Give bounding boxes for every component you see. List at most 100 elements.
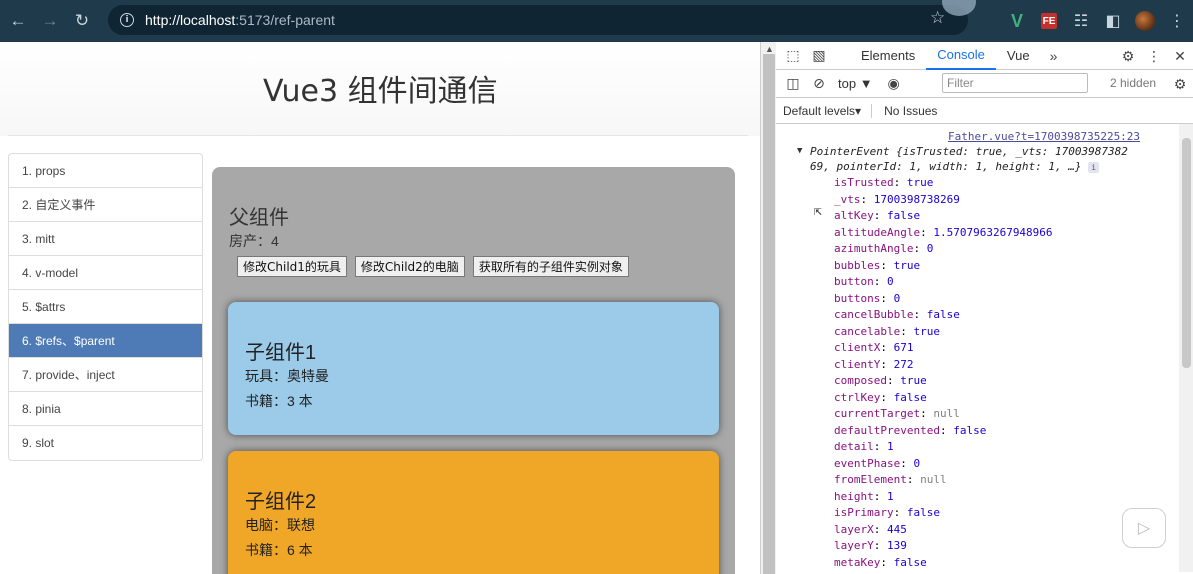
page-viewport: Vue3 组件间通信 1. props 2. 自定义事件 3. mitt 4. … bbox=[0, 42, 760, 574]
property-separator: : bbox=[886, 374, 901, 387]
property-separator: : bbox=[920, 407, 934, 420]
sidebar-item-provide-inject[interactable]: 7. provide、inject bbox=[9, 358, 202, 392]
extensions-puzzle-icon[interactable]: ☷ bbox=[1065, 5, 1097, 37]
address-bar[interactable]: i http://localhost:5173/ref-parent bbox=[108, 5, 968, 35]
property-row[interactable]: layerX: 445 bbox=[834, 522, 1053, 539]
property-separator: : bbox=[880, 258, 894, 272]
sidebar-item-custom-events[interactable]: 2. 自定义事件 bbox=[9, 188, 202, 222]
sidebar-item-v-model[interactable]: 4. v-model bbox=[9, 256, 202, 290]
sidebar-item-attrs[interactable]: 5. $attrs bbox=[9, 290, 202, 324]
clear-console-icon[interactable]: ⊘ bbox=[806, 70, 832, 98]
property-row[interactable]: clientX: 671 bbox=[834, 340, 1053, 357]
property-row[interactable]: eventPhase: 0 bbox=[834, 456, 1053, 473]
property-value: false bbox=[893, 390, 927, 404]
avatar[interactable] bbox=[1129, 5, 1161, 37]
live-expression-eye-icon[interactable]: ◉ bbox=[881, 70, 907, 98]
page-scrollbar[interactable]: ▲ bbox=[760, 42, 776, 574]
property-separator: : bbox=[873, 275, 887, 288]
property-row[interactable]: currentTarget: null bbox=[834, 406, 1053, 423]
property-row[interactable]: button: 0 bbox=[834, 274, 1053, 291]
log-levels-label: Default levels bbox=[783, 103, 856, 118]
console-scrollbar[interactable] bbox=[1179, 124, 1193, 572]
property-separator: : bbox=[880, 357, 894, 371]
page-scrollbar-thumb[interactable] bbox=[763, 54, 775, 574]
context-selector[interactable]: top ▼ bbox=[838, 76, 873, 91]
property-key: defaultPrevented bbox=[834, 423, 940, 437]
play-icon[interactable]: ▷ bbox=[1122, 508, 1166, 548]
console-scrollbar-thumb[interactable] bbox=[1182, 138, 1191, 368]
vue-devtools-extension-icon[interactable]: V bbox=[1001, 5, 1033, 37]
sidebar-toggle-icon[interactable]: ◫ bbox=[780, 70, 806, 98]
property-value: false bbox=[893, 555, 927, 569]
property-row[interactable]: defaultPrevented: false bbox=[834, 423, 1053, 440]
settings-gear-icon[interactable]: ⚙ bbox=[1115, 42, 1141, 70]
property-key: azimuthAngle bbox=[834, 242, 914, 255]
tab-vue[interactable]: Vue bbox=[996, 42, 1041, 70]
property-row[interactable]: detail: 1 bbox=[834, 439, 1053, 456]
more-tabs-chevron-icon[interactable]: » bbox=[1041, 42, 1067, 70]
site-info-icon[interactable]: i bbox=[120, 13, 134, 27]
property-row[interactable]: height: 1 bbox=[834, 489, 1053, 506]
log-levels-dropdown[interactable]: Default levels▾ bbox=[783, 104, 861, 118]
property-row[interactable]: altKey: false bbox=[834, 208, 1053, 225]
property-key: composed bbox=[834, 374, 887, 387]
property-row[interactable]: layerY: 139 bbox=[834, 538, 1053, 555]
side-panel-icon[interactable]: ◧ bbox=[1097, 5, 1129, 37]
child2-component: 子组件2 电脑：联想 书籍：6 本 bbox=[228, 451, 719, 574]
forward-icon[interactable]: → bbox=[34, 5, 66, 37]
property-value: 0 bbox=[887, 275, 894, 288]
property-row[interactable]: bubbles: true bbox=[834, 258, 1053, 275]
property-row[interactable]: azimuthAngle: 0 bbox=[834, 241, 1053, 258]
tab-console[interactable]: Console bbox=[926, 42, 996, 70]
change-child1-toy-button[interactable]: 修改Child1的玩具 bbox=[237, 256, 347, 277]
source-link[interactable]: Father.vue?t=1700398735225:23 bbox=[948, 130, 1140, 143]
property-row[interactable]: metaKey: false bbox=[834, 555, 1053, 572]
sidebar-item-props[interactable]: 1. props bbox=[9, 154, 202, 188]
browser-menu-icon[interactable]: ⋮ bbox=[1161, 5, 1193, 37]
sidebar-item-pinia[interactable]: 8. pinia bbox=[9, 392, 202, 426]
property-key: altitudeAngle bbox=[834, 225, 921, 239]
property-value: 1 bbox=[887, 489, 894, 503]
property-key: clientY bbox=[834, 357, 881, 371]
property-row[interactable]: clientY: 272 bbox=[834, 357, 1053, 374]
property-row[interactable]: isPrimary: false bbox=[834, 505, 1053, 522]
issues-label[interactable]: No Issues bbox=[884, 104, 937, 118]
expand-triangle-icon[interactable]: ▼ bbox=[797, 144, 802, 159]
property-key: layerX bbox=[834, 522, 874, 536]
property-row[interactable]: fromElement: null bbox=[834, 472, 1053, 489]
get-all-children-button[interactable]: 获取所有的子组件实例对象 bbox=[472, 256, 629, 277]
property-row[interactable]: isTrusted: true bbox=[834, 175, 1053, 192]
property-row[interactable]: _vts: 1700398738269 bbox=[834, 192, 1053, 209]
property-row[interactable]: cancelable: true bbox=[834, 324, 1053, 341]
sidebar-item-refs-parent[interactable]: 6. $refs、$parent bbox=[9, 324, 202, 358]
property-row[interactable]: altitudeAngle: 1.5707963267948966 bbox=[834, 225, 1053, 242]
console-toolbar: ◫ ⊘ top ▼ ◉ Filter 2 hidden ⚙ bbox=[776, 70, 1193, 98]
property-key: height bbox=[834, 489, 874, 503]
change-child2-computer-button[interactable]: 修改Child2的电脑 bbox=[354, 256, 465, 277]
property-separator: : bbox=[880, 555, 894, 569]
property-value: false bbox=[906, 506, 940, 519]
scroll-up-icon[interactable]: ▲ bbox=[765, 44, 774, 54]
fe-extension-icon[interactable]: FE bbox=[1033, 5, 1065, 37]
devtools-menu-icon[interactable]: ⋮ bbox=[1141, 42, 1167, 70]
sidebar-item-slot[interactable]: 9. slot bbox=[9, 426, 202, 460]
info-icon[interactable]: i bbox=[1088, 162, 1100, 173]
filter-input[interactable]: Filter bbox=[942, 73, 1088, 93]
device-toolbar-icon[interactable]: ▧ bbox=[806, 42, 832, 70]
sidebar-item-mitt[interactable]: 3. mitt bbox=[9, 222, 202, 256]
property-separator: : bbox=[906, 473, 921, 486]
console-settings-icon[interactable]: ⚙ bbox=[1167, 70, 1193, 98]
close-icon[interactable]: ✕ bbox=[1167, 42, 1193, 70]
reload-icon[interactable]: ↻ bbox=[66, 5, 98, 37]
object-preview[interactable]: ▼ PointerEvent {isTrusted: true, _vts: 1… bbox=[797, 144, 1150, 174]
property-row[interactable]: buttons: 0 bbox=[834, 291, 1053, 308]
property-row[interactable]: cancelBubble: false bbox=[834, 307, 1053, 324]
property-row[interactable]: ctrlKey: false bbox=[834, 390, 1053, 407]
bookmark-star-icon[interactable]: ☆ bbox=[930, 8, 945, 28]
back-icon[interactable]: ← bbox=[2, 5, 34, 37]
property-separator: : bbox=[893, 176, 907, 189]
property-row[interactable]: composed: true bbox=[834, 373, 1053, 390]
tab-elements[interactable]: Elements bbox=[850, 42, 926, 70]
inspect-element-icon[interactable]: ⬚ bbox=[780, 42, 806, 70]
object-preview-line2: 69, pointerId: 1, width: 1, height: 1, …… bbox=[810, 160, 1082, 173]
